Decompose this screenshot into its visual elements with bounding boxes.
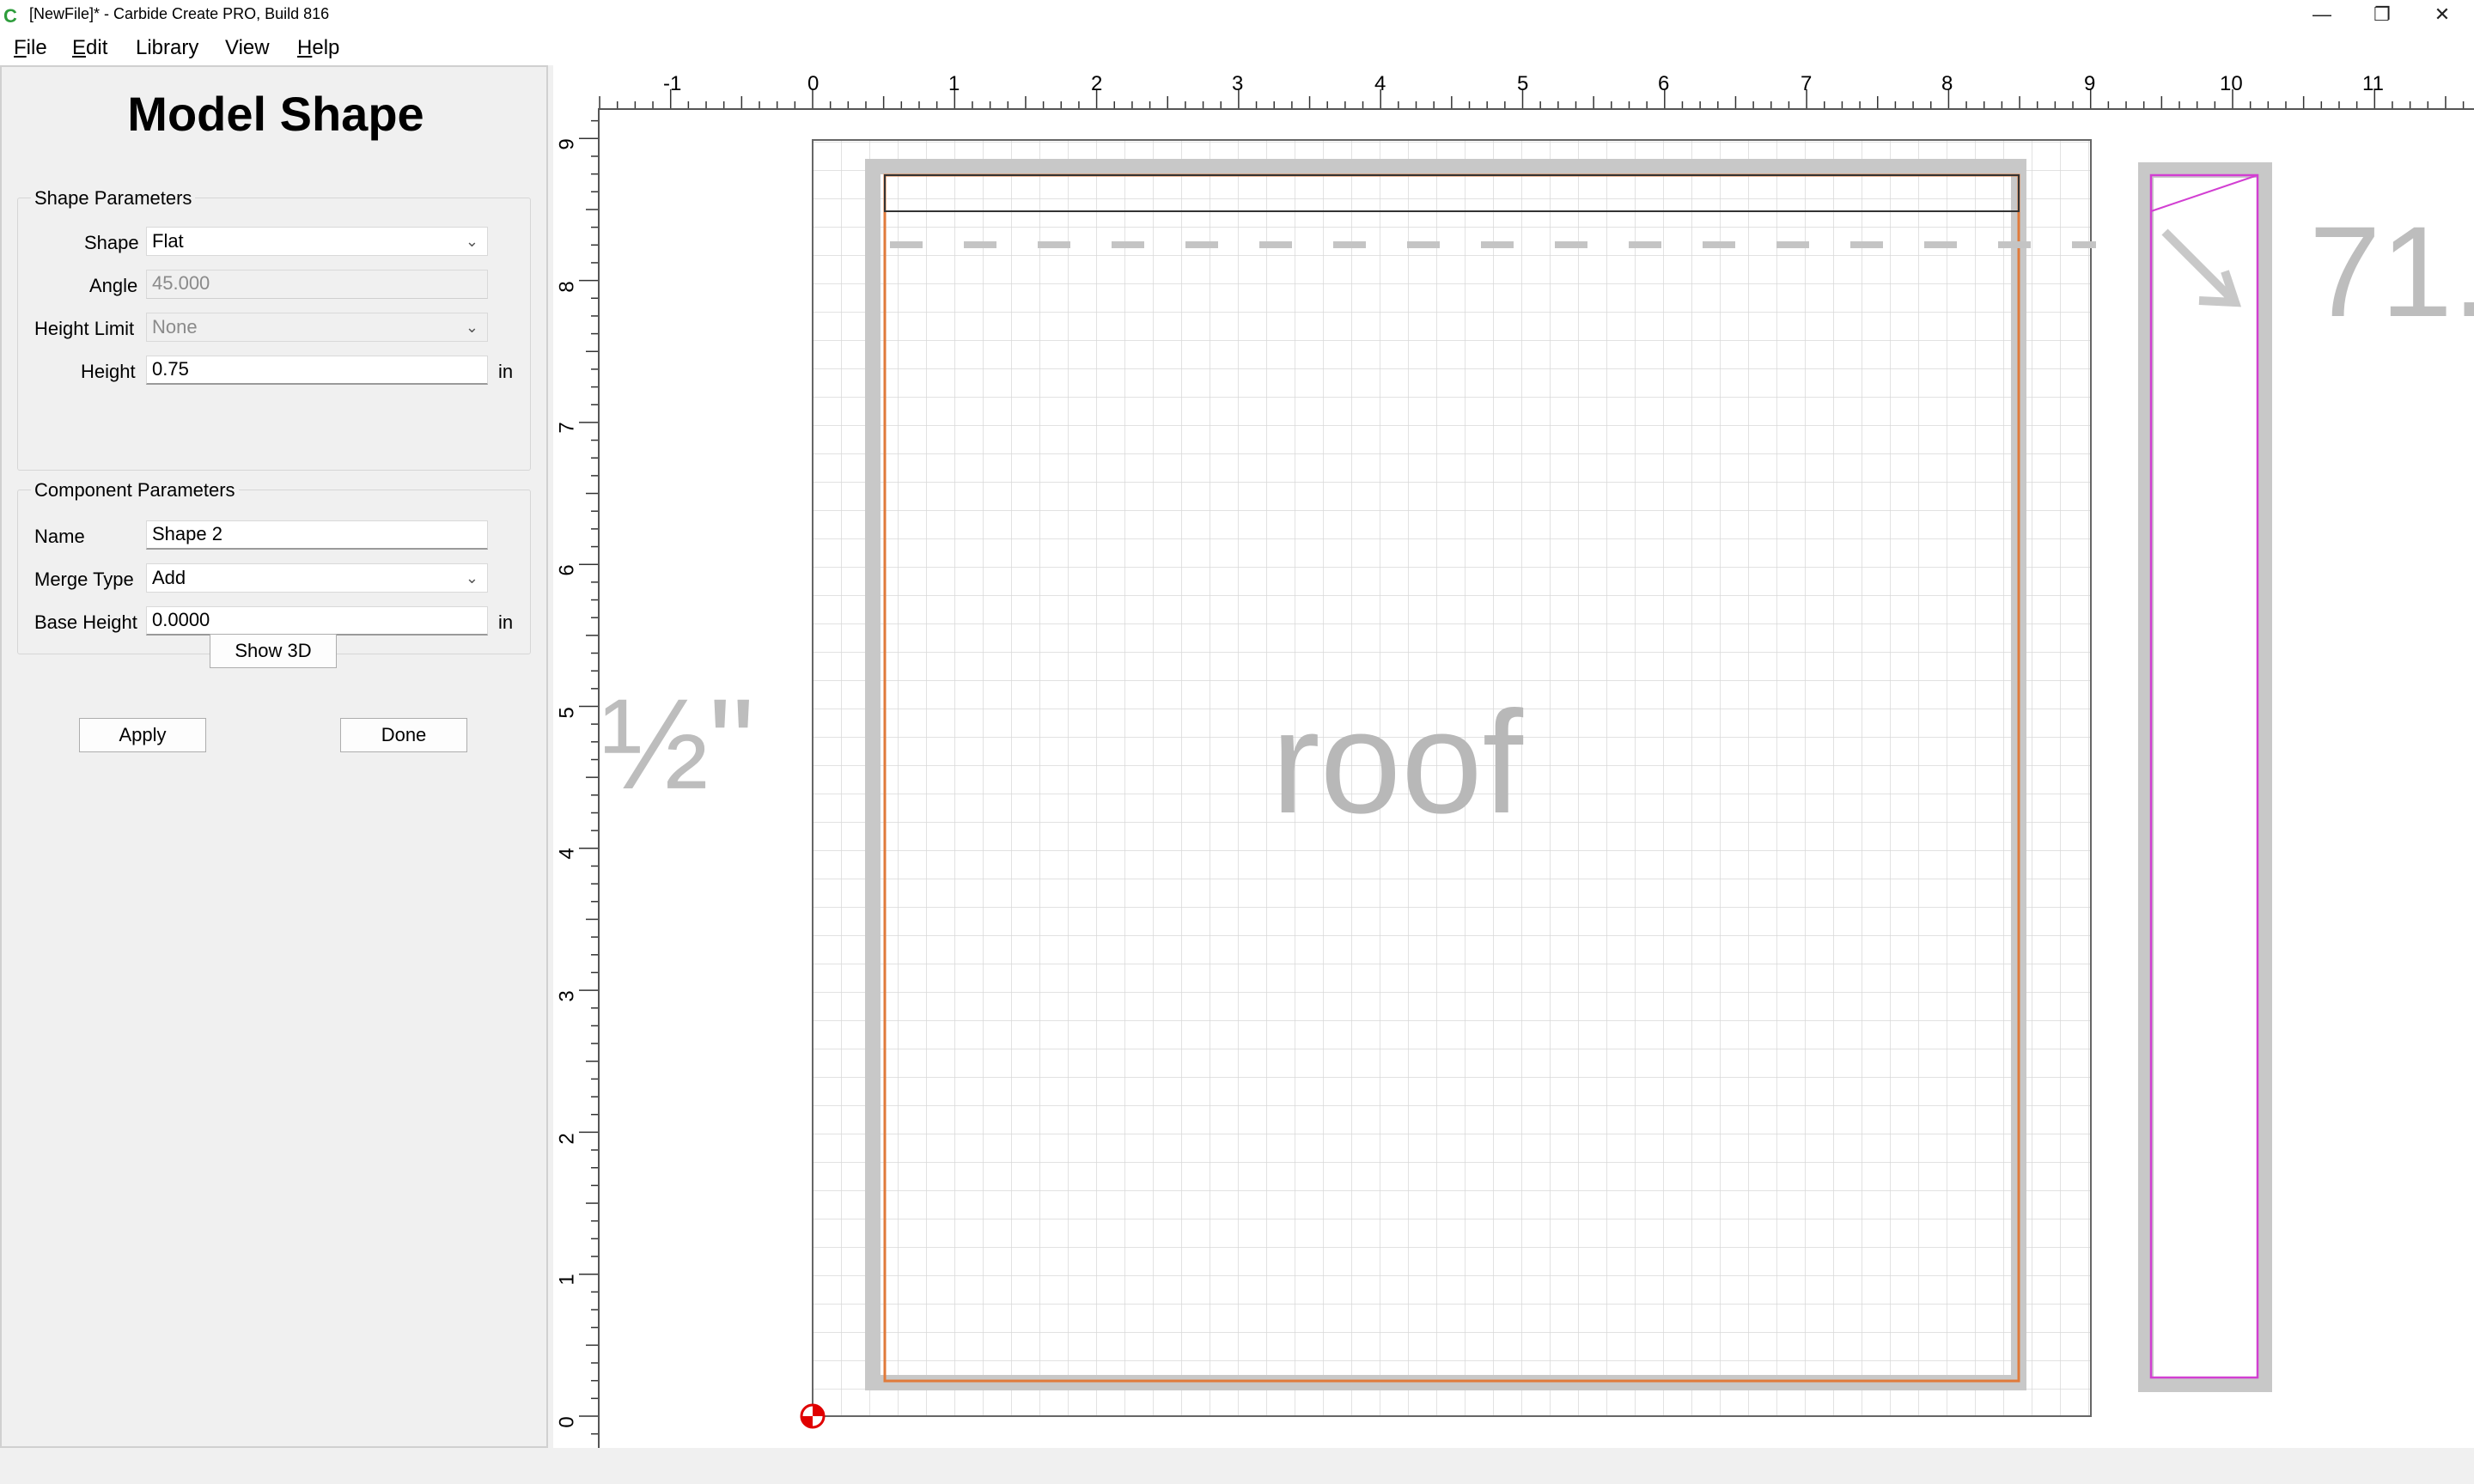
x-tick-label: 5 [1517,72,1529,95]
horizontal-ruler-ticks [599,89,2465,108]
x-tick-label: 0 [807,72,820,95]
x-tick-label: -1 [663,72,682,95]
x-tick-label: 8 [1941,72,1953,95]
origin-icon [800,1403,826,1429]
ruler-corner [553,67,600,110]
arrow-shadow-icon [2161,228,2242,307]
x-tick-label: 4 [1374,72,1386,95]
x-tick-label: 6 [1658,72,1670,95]
y-tick-label: 3 [555,990,579,1002]
vertical-ruler: 9 8 7 6 5 4 3 2 1 0 [553,108,600,1448]
y-tick-label: 7 [555,422,579,434]
x-tick-label: 3 [1232,72,1244,95]
y-tick-label: 0 [555,1416,579,1428]
x-tick-label: 10 [2220,72,2243,95]
x-tick-label: 11 [2362,72,2384,95]
side-diagonal [2150,174,2258,212]
x-tick-label: 9 [2084,72,2096,95]
y-tick-label: 5 [555,707,579,719]
x-tick-label: 7 [1801,72,1813,95]
y-tick-label: 2 [555,1133,579,1145]
fraction-label: ½" [601,672,755,816]
vertical-ruler-ticks [579,119,598,1435]
y-tick-label: 6 [555,564,579,576]
canvas-drawing [555,139,2272,1429]
y-tick-label: 4 [555,848,579,860]
status-bar [0,1448,2474,1484]
y-tick-label: 9 [555,138,579,150]
side-shape[interactable] [2149,173,2259,1379]
y-tick-label: 8 [555,281,579,293]
roof-label: roof [1271,681,1523,844]
side-shadow [2138,162,2272,1392]
y-tick-label: 1 [555,1274,579,1286]
dimension-label: 71. [2309,199,2474,344]
x-tick-label: 2 [1091,72,1103,95]
x-tick-label: 1 [948,72,960,95]
horizontal-ruler: -1 0 1 2 3 4 5 6 7 8 9 10 11 [598,67,2474,110]
